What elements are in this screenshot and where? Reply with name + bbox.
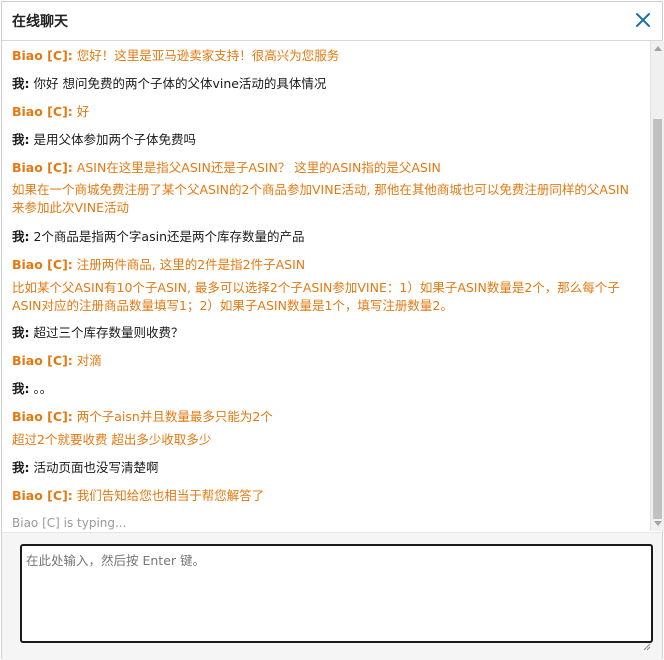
message-agent: Biao [C]: 对滴 [12, 352, 637, 370]
message-text: 我们告知给您也相当于帮您解答了 [72, 488, 265, 503]
message-text: 是用父体参加两个子体免费吗 [29, 132, 196, 147]
message-me: 我: 超过三个库存数量则收费？ [12, 324, 637, 342]
message-sender: 我: [12, 76, 30, 91]
message-text: 注册两件商品, 这里的2件是指2件子ASIN [72, 257, 306, 272]
message-agent: Biao [C]: 好 [12, 103, 637, 121]
message-text: 比如某个父ASIN有10个子ASIN, 最多可以选择2个子ASIN参加VINE：… [12, 280, 620, 313]
message-text: 超过2个就要收费 超出多少收取多少 [12, 432, 212, 447]
message-sender: Biao [C]: [12, 488, 73, 503]
message-me: 我: 。。 [12, 380, 637, 398]
message-me: 我: 2个商品是指两个字asin还是两个库存数量的产品 [12, 228, 637, 246]
message-text: 2个商品是指两个字asin还是两个库存数量的产品 [29, 229, 305, 244]
chat-window: 在线聊天 Biao [C]: 您好！这里是亚马逊卖家支持！很高兴为您服务 我: … [1, 1, 664, 660]
message-text: ASIN在这里是指父ASIN还是子ASIN？ 这里的ASIN指的是父ASIN [72, 160, 441, 175]
message-agent-continued: 超过2个就要收费 超出多少收取多少 [12, 431, 637, 449]
message-list: Biao [C]: 您好！这里是亚马逊卖家支持！很高兴为您服务 我: 你好 想问… [2, 41, 650, 531]
message-sender: 我: [12, 381, 30, 396]
typing-indicator: Biao [C] is typing... [12, 516, 127, 530]
message-sender: Biao [C]: [12, 257, 73, 272]
message-sender: 我: [12, 325, 30, 340]
message-text: 超过三个库存数量则收费？ [29, 325, 184, 340]
scroll-up-arrow-icon[interactable] [651, 41, 664, 55]
message-me: 我: 你好 想问免费的两个子体的父体vine活动的具体情况 [12, 75, 637, 93]
composer-area [2, 532, 662, 660]
scrollbar-thumb[interactable] [653, 119, 662, 519]
message-agent: Biao [C]: 您好！这里是亚马逊卖家支持！很高兴为您服务 [12, 47, 637, 65]
scroll-down-arrow-icon[interactable] [651, 517, 664, 531]
message-sender: Biao [C]: [12, 353, 73, 368]
message-agent: Biao [C]: 我们告知给您也相当于帮您解答了 [12, 487, 637, 505]
message-sender: Biao [C]: [12, 160, 73, 175]
message-sender: 我: [12, 460, 30, 475]
message-agent: Biao [C]: 注册两件商品, 这里的2件是指2件子ASIN [12, 256, 637, 274]
resize-grip-icon[interactable] [642, 636, 651, 651]
message-text: 好 [72, 104, 90, 119]
message-input[interactable] [20, 544, 653, 643]
message-me: 我: 活动页面也没写清楚啊 [12, 459, 637, 477]
message-text: 两个子aisn并且数量最多只能为2个 [72, 409, 273, 424]
message-text: 活动页面也没写清楚啊 [29, 460, 159, 475]
message-text: 对滴 [72, 353, 102, 368]
message-sender: 我: [12, 132, 30, 147]
message-agent: Biao [C]: ASIN在这里是指父ASIN还是子ASIN？ 这里的ASIN… [12, 159, 637, 177]
message-text: 。。 [29, 381, 53, 396]
message-sender: Biao [C]: [12, 48, 73, 63]
message-text: 您好！这里是亚马逊卖家支持！很高兴为您服务 [72, 48, 340, 63]
message-agent-continued: 比如某个父ASIN有10个子ASIN, 最多可以选择2个子ASIN参加VINE：… [12, 279, 637, 315]
message-text: 你好 想问免费的两个子体的父体vine活动的具体情况 [29, 76, 327, 91]
chat-title: 在线聊天 [12, 14, 68, 30]
chat-header: 在线聊天 [2, 2, 662, 41]
message-sender: 我: [12, 229, 30, 244]
message-me: 我: 是用父体参加两个子体免费吗 [12, 131, 637, 149]
message-sender: Biao [C]: [12, 409, 73, 424]
message-agent: Biao [C]: 两个子aisn并且数量最多只能为2个 [12, 408, 637, 426]
message-text: 如果在一个商城免费注册了某个父ASIN的2个商品参加VINE活动, 那他在其他商… [12, 182, 629, 215]
message-agent-continued: 如果在一个商城免费注册了某个父ASIN的2个商品参加VINE活动, 那他在其他商… [12, 181, 637, 217]
message-scrollbar[interactable] [650, 41, 664, 531]
message-sender: Biao [C]: [12, 104, 73, 119]
close-icon[interactable] [634, 11, 652, 29]
